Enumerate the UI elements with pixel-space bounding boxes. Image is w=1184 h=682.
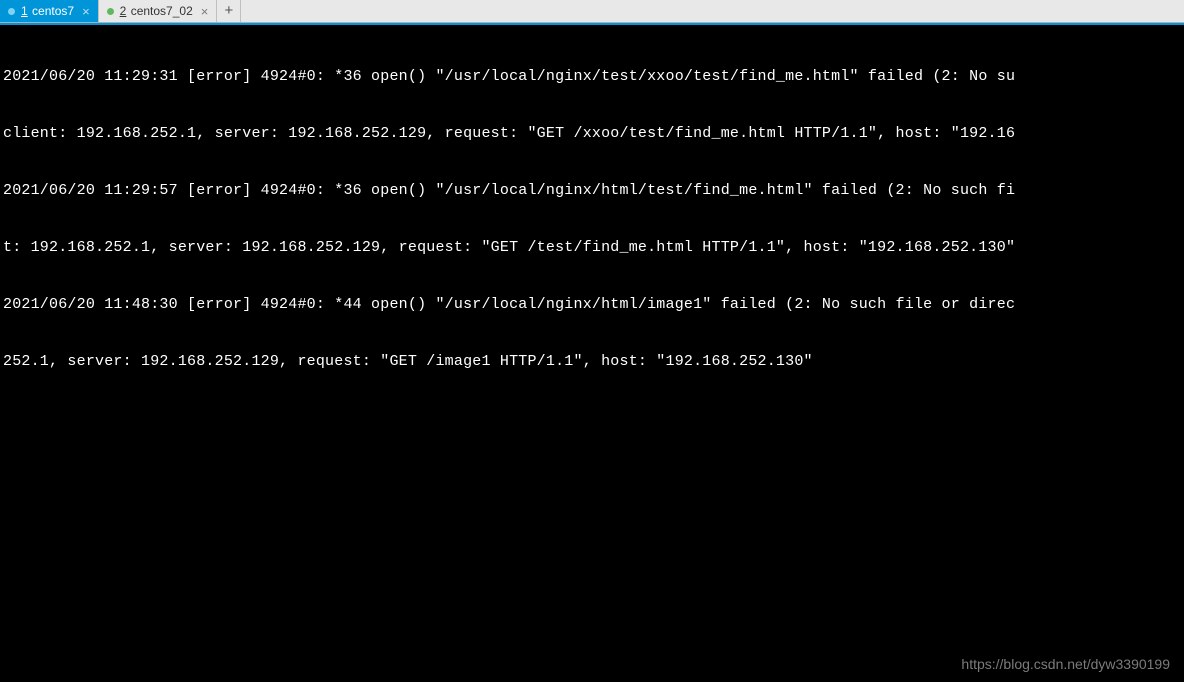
terminal-line: 2021/06/20 11:29:57 [error] 4924#0: *36 …	[3, 181, 1181, 200]
status-dot-icon	[8, 8, 15, 15]
close-icon[interactable]: ×	[82, 4, 90, 19]
tab-label: 1 centos7	[21, 4, 74, 18]
tab-label: 2 centos7_02	[120, 4, 193, 18]
tab-bar: 1 centos7 × 2 centos7_02 × +	[0, 0, 1184, 23]
terminal-line: t: 192.168.252.1, server: 192.168.252.12…	[3, 238, 1181, 257]
watermark-text: https://blog.csdn.net/dyw3390199	[961, 656, 1170, 672]
add-tab-button[interactable]: +	[217, 0, 241, 22]
tab-centos7[interactable]: 1 centos7 ×	[0, 0, 99, 22]
terminal-output[interactable]: 2021/06/20 11:29:31 [error] 4924#0: *36 …	[0, 23, 1184, 682]
terminal-line: 2021/06/20 11:48:30 [error] 4924#0: *44 …	[3, 295, 1181, 314]
tab-centos7-02[interactable]: 2 centos7_02 ×	[99, 0, 218, 22]
terminal-line: 2021/06/20 11:29:31 [error] 4924#0: *36 …	[3, 67, 1181, 86]
terminal-line: 252.1, server: 192.168.252.129, request:…	[3, 352, 1181, 371]
status-dot-icon	[107, 8, 114, 15]
terminal-line: client: 192.168.252.1, server: 192.168.2…	[3, 124, 1181, 143]
close-icon[interactable]: ×	[201, 4, 209, 19]
